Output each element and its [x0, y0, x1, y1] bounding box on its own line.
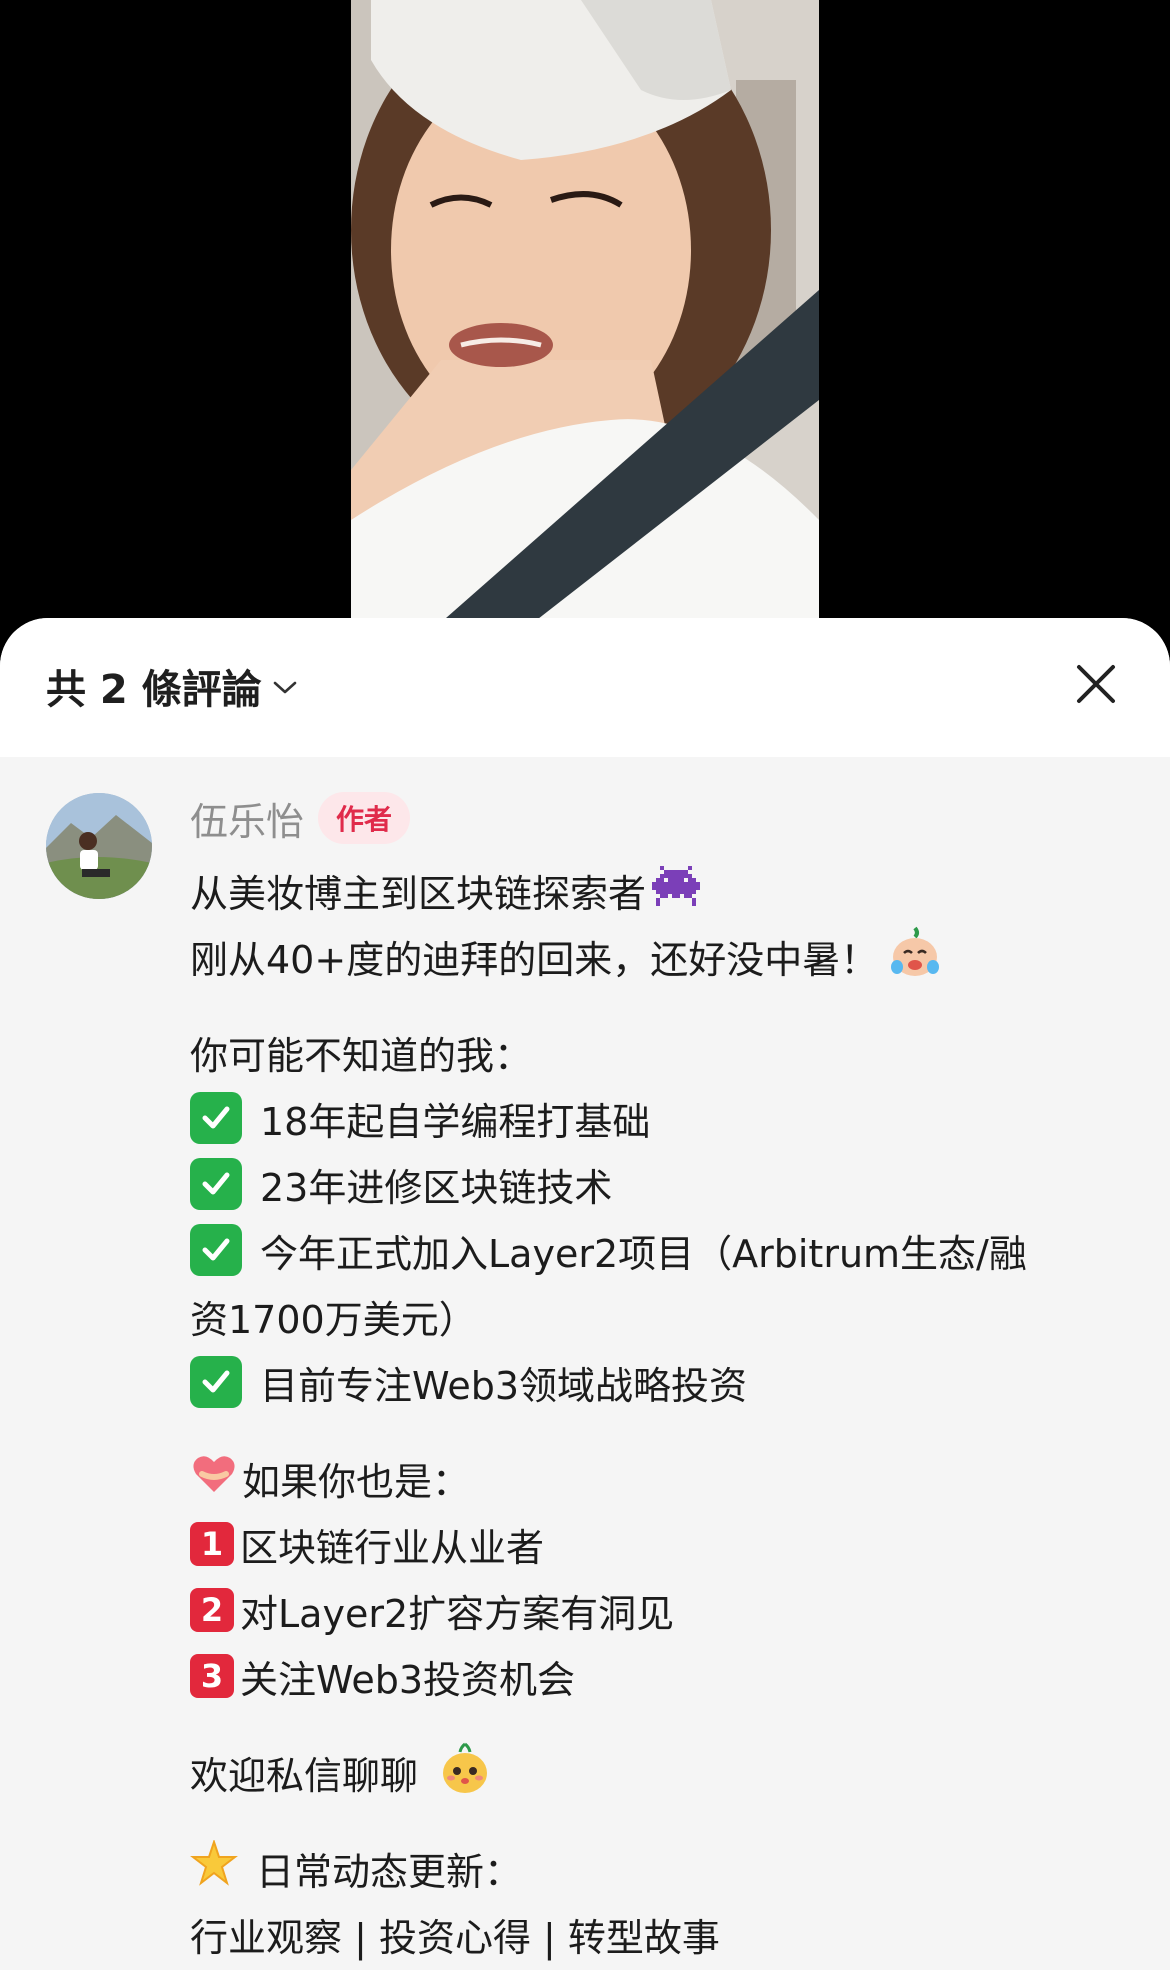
keycap-2-icon: 2: [190, 1588, 234, 1632]
crying-face-icon: [888, 925, 942, 988]
avatar[interactable]: [46, 793, 152, 899]
author-name[interactable]: 伍乐怡: [190, 791, 304, 846]
check-mark-icon: [190, 1356, 242, 1408]
line-text: 欢迎私信聊聊: [190, 1753, 419, 1798]
line-text: 目前专注Web3领域战略投资: [260, 1363, 748, 1408]
line-text: 你可能不知道的我：: [190, 1033, 533, 1078]
sparkle-star-icon: [190, 1838, 238, 1897]
comment-line: 今年正式加入Layer2项目（Arbitrum生态/融: [190, 1217, 1130, 1283]
video-still-image: [351, 0, 819, 640]
check-mark-icon: [190, 1092, 242, 1144]
comment-line: 日常动态更新：: [190, 1835, 1130, 1901]
line-text: 关注Web3投资机会: [240, 1657, 576, 1702]
close-button[interactable]: [1064, 654, 1128, 718]
author-row: 伍乐怡 作者: [190, 783, 1130, 853]
line-text: 资1700万美元）: [190, 1297, 477, 1342]
comments-header: 共 2 條評論: [0, 618, 1170, 757]
comment-count-label: 共 2 條評論: [46, 667, 262, 713]
comment-body: 伍乐怡 作者 从美妆博主到区块链探索者 刚从40+度的迪拜的回来，还好没中暑！: [190, 783, 1130, 1967]
comment-line: 2 对Layer2扩容方案有洞见: [190, 1577, 1130, 1643]
line-text: 日常动态更新：: [256, 1849, 523, 1894]
comment-text: 从美妆博主到区块链探索者 刚从40+度的迪拜的回来，还好没中暑！ 你可能不知道的…: [190, 857, 1130, 1967]
comment-count-toggle[interactable]: 共 2 條評論: [46, 656, 298, 716]
line-text: 行业观察 | 投资心得 | 转型故事: [190, 1915, 720, 1960]
line-text: 刚从40+度的迪拜的回来，还好没中暑！: [190, 937, 879, 982]
heart-hands-icon: [190, 1450, 238, 1507]
line-text: 如果你也是：: [242, 1459, 471, 1504]
check-mark-icon: [190, 1158, 242, 1210]
alien-monster-icon: [652, 862, 701, 919]
comment-line: 如果你也是：: [190, 1445, 1130, 1511]
comment-line: 资1700万美元）: [190, 1283, 1130, 1349]
comment-line: 行业观察 | 投资心得 | 转型故事: [190, 1901, 1130, 1967]
line-text: 18年起自学编程打基础: [260, 1099, 651, 1144]
cute-face-icon: [438, 1741, 492, 1804]
line-text: 区块链行业从业者: [240, 1525, 545, 1570]
comment-line: 从美妆博主到区块链探索者: [190, 857, 1130, 923]
keycap-3-icon: 3: [190, 1654, 234, 1698]
comment-line: 23年进修区块链技术: [190, 1151, 1130, 1217]
comment-line: 3 关注Web3投资机会: [190, 1643, 1130, 1709]
comment-line: 1 区块链行业从业者: [190, 1511, 1130, 1577]
close-icon: [1075, 663, 1117, 709]
comment-line: 目前专注Web3领域战略投资: [190, 1349, 1130, 1415]
comment-line: 刚从40+度的迪拜的回来，还好没中暑！: [190, 923, 1130, 989]
video-frame: [351, 0, 819, 640]
line-text: 今年正式加入Layer2项目（Arbitrum生态/融: [260, 1231, 1027, 1276]
comment-line: 18年起自学编程打基础: [190, 1085, 1130, 1151]
comment-line: 你可能不知道的我：: [190, 1019, 1130, 1085]
line-text: 对Layer2扩容方案有洞见: [240, 1591, 675, 1636]
author-badge: 作者: [318, 792, 411, 844]
keycap-1-icon: 1: [190, 1522, 234, 1566]
video-player[interactable]: [0, 0, 1170, 640]
comments-sheet: 共 2 條評論 伍乐怡 作者 从美妆博主到区块链探索者 刚从40+度的迪拜的回来…: [0, 618, 1170, 1970]
check-mark-icon: [190, 1224, 242, 1276]
comment-line: 欢迎私信聊聊: [190, 1739, 1130, 1805]
line-text: 23年进修区块链技术: [260, 1165, 613, 1210]
line-text: 从美妆博主到区块链探索者: [190, 871, 647, 916]
chevron-down-icon: [272, 680, 298, 696]
